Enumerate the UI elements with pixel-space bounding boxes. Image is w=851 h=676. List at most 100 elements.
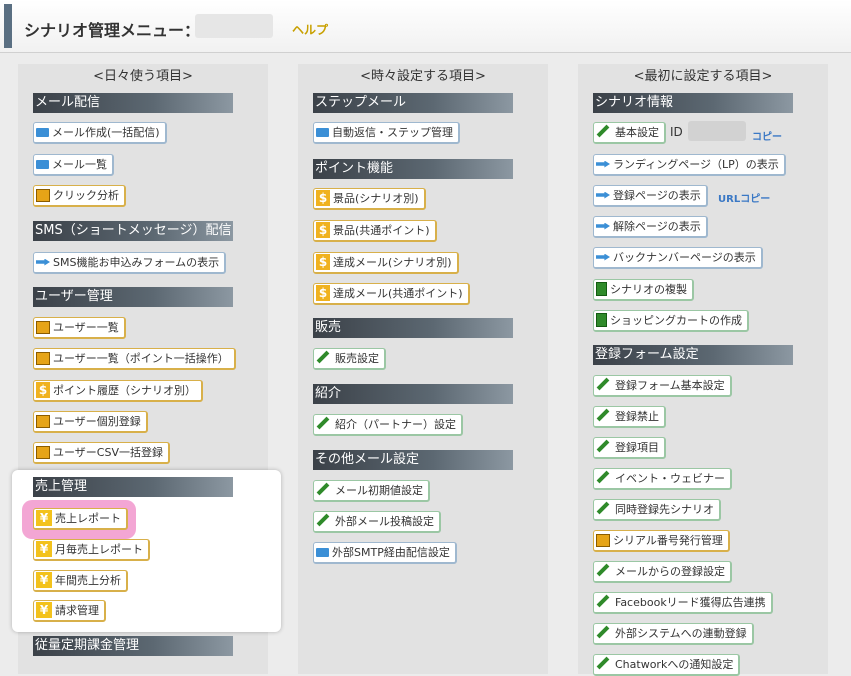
mail-defaults-button[interactable]: メール初期値設定 <box>313 480 430 502</box>
registration-block-button[interactable]: 登録禁止 <box>593 406 666 428</box>
url-copy-link[interactable]: URLコピー <box>718 190 770 205</box>
dollar-icon: $ <box>316 190 330 206</box>
yen-icon: ¥ <box>36 541 52 557</box>
achievement-scenario-button[interactable]: $ 達成メール(シナリオ別) <box>313 252 459 274</box>
pencil-icon <box>316 513 330 527</box>
mail-list-button[interactable]: メール一覧 <box>33 154 114 176</box>
yen-icon: ¥ <box>36 572 52 588</box>
form-basic-settings-button[interactable]: 登録フォーム基本設定 <box>593 375 732 397</box>
autoreply-step-button[interactable]: 自動返信・ステップ管理 <box>313 122 460 144</box>
folder-icon <box>36 351 50 365</box>
yearly-sales-analysis-button[interactable]: ¥ 年間売上分析 <box>33 570 128 592</box>
pencil-icon <box>316 416 330 430</box>
mail-icon <box>36 159 49 169</box>
sales-report-button[interactable]: ¥ 売上レポート <box>33 508 128 530</box>
section-referral: 紹介 <box>313 384 513 404</box>
arrow-icon <box>596 253 610 261</box>
external-mail-post-button[interactable]: 外部メール投稿設定 <box>313 511 441 533</box>
arrow-icon <box>596 222 610 230</box>
compose-bulk-mail-button[interactable]: メール作成(一括配信) <box>33 122 167 144</box>
yen-icon: ¥ <box>36 510 52 526</box>
section-sms: SMS（ショートメッセージ）配信 <box>33 221 233 241</box>
prize-scenario-button[interactable]: $ 景品(シナリオ別) <box>313 188 426 210</box>
header-accent-bar <box>4 4 12 48</box>
document-icon <box>596 313 607 327</box>
mail-icon <box>316 127 329 137</box>
monthly-sales-report-button[interactable]: ¥ 月毎売上レポート <box>33 539 150 561</box>
serial-number-button[interactable]: シリアル番号発行管理 <box>593 530 730 552</box>
folder-icon <box>36 445 50 459</box>
section-points: ポイント機能 <box>313 159 513 179</box>
folder-icon <box>36 414 50 428</box>
chatwork-notification-button[interactable]: Chatworkへの通知設定 <box>593 654 741 676</box>
prize-common-button[interactable]: $ 景品(共通ポイント) <box>313 220 437 242</box>
backnumber-page-button[interactable]: バックナンバーページの表示 <box>593 247 763 269</box>
partner-settings-button[interactable]: 紹介（パートナー）設定 <box>313 414 463 436</box>
pencil-icon <box>596 439 610 453</box>
redacted-scenario-id <box>688 121 746 141</box>
section-scenario-info: シナリオ情報 <box>593 93 793 113</box>
document-icon <box>596 282 607 296</box>
user-csv-import-button[interactable]: ユーザーCSV一括登録 <box>33 442 170 464</box>
help-link[interactable]: ヘルプ <box>292 21 328 38</box>
yen-icon: ¥ <box>36 602 52 618</box>
app-header: シナリオ管理メニュー： ヘルプ <box>0 0 851 53</box>
scenario-id-label: ID <box>670 125 683 139</box>
section-other-mail: その他メール設定 <box>313 450 513 470</box>
mail-registration-button[interactable]: メールからの登録設定 <box>593 561 732 583</box>
arrow-icon <box>596 191 610 199</box>
section-sales-management: 売上管理 <box>33 477 233 497</box>
folder-icon <box>36 188 50 202</box>
pencil-icon <box>596 124 610 138</box>
pencil-icon <box>596 377 610 391</box>
page-title: シナリオ管理メニュー： <box>24 21 201 40</box>
mail-icon <box>36 127 49 137</box>
copy-id-link[interactable]: コピー <box>752 128 782 143</box>
redacted-scenario-name <box>195 14 273 38</box>
arrow-icon <box>596 160 610 168</box>
external-smtp-button[interactable]: 外部SMTP経由配信設定 <box>313 542 457 564</box>
section-mail-delivery: メール配信 <box>33 93 233 113</box>
pencil-icon <box>596 501 610 515</box>
simultaneous-scenario-button[interactable]: 同時登録先シナリオ <box>593 499 721 521</box>
mail-icon <box>316 547 329 557</box>
section-registration-form: 登録フォーム設定 <box>593 345 793 365</box>
basic-settings-button[interactable]: 基本設定 <box>593 122 666 144</box>
user-register-button[interactable]: ユーザー個別登録 <box>33 411 148 433</box>
first-column-title: <最初に設定する項目> <box>633 69 773 84</box>
folder-icon <box>36 320 50 334</box>
sometimes-column-title: <時々設定する項目> <box>360 69 486 84</box>
point-history-button[interactable]: $ ポイント履歴（シナリオ別） <box>33 380 203 402</box>
section-subscription: 従量定期課金管理 <box>33 636 233 656</box>
sms-form-button[interactable]: SMS機能お申込みフォームの表示 <box>33 252 227 274</box>
user-list-button[interactable]: ユーザー一覧 <box>33 317 126 339</box>
landing-page-button[interactable]: ランディングページ（LP）の表示 <box>593 154 786 176</box>
pencil-icon <box>596 408 610 422</box>
pencil-icon <box>596 656 610 670</box>
pencil-icon <box>596 470 610 484</box>
section-step-mail: ステップメール <box>313 93 513 113</box>
event-webinar-button[interactable]: イベント・ウェビナー <box>593 468 732 490</box>
daily-column-title: <日々使う項目> <box>93 69 193 84</box>
achievement-common-button[interactable]: $ 達成メール(共通ポイント) <box>313 283 470 305</box>
facebook-lead-ads-button[interactable]: Facebookリード獲得広告連携 <box>593 592 773 614</box>
billing-management-button[interactable]: ¥ 請求管理 <box>33 600 106 622</box>
pencil-icon <box>596 563 610 577</box>
dollar-icon: $ <box>36 382 50 398</box>
folder-icon <box>596 533 610 547</box>
pencil-icon <box>316 350 330 364</box>
sales-settings-button[interactable]: 販売設定 <box>313 348 386 370</box>
dollar-icon: $ <box>316 254 330 270</box>
cancel-page-button[interactable]: 解除ページの表示 <box>593 216 708 238</box>
register-page-button[interactable]: 登録ページの表示 <box>593 185 708 207</box>
section-user-management: ユーザー管理 <box>33 287 233 307</box>
user-list-bulk-points-button[interactable]: ユーザー一覧（ポイント一括操作） <box>33 348 236 370</box>
external-system-link-button[interactable]: 外部システムへの連動登録 <box>593 623 754 645</box>
section-sales: 販売 <box>313 318 513 338</box>
duplicate-scenario-button[interactable]: シナリオの複製 <box>593 279 694 301</box>
click-analysis-button[interactable]: クリック分析 <box>33 185 126 207</box>
shopping-cart-button[interactable]: ショッピングカートの作成 <box>593 310 749 332</box>
registration-fields-button[interactable]: 登録項目 <box>593 437 666 459</box>
pencil-icon <box>596 625 610 639</box>
arrow-icon <box>36 258 50 266</box>
